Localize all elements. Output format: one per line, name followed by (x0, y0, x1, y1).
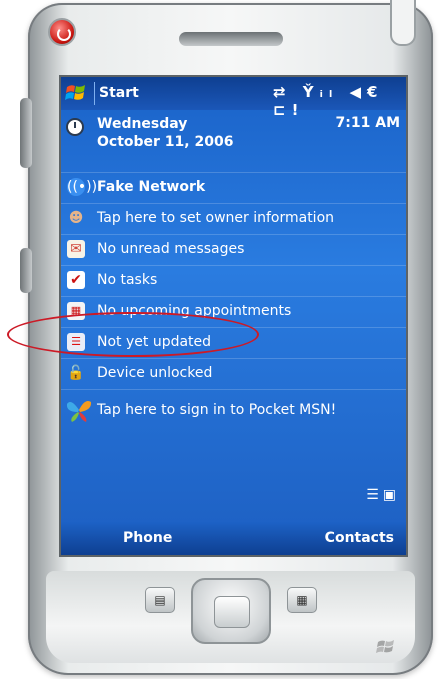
tasks-icon: ✔ (67, 271, 85, 289)
owner-icon: ☻ (68, 210, 84, 226)
date-day: Wednesday (97, 116, 188, 132)
date-row[interactable]: Wednesday October 11, 2006 7:11 AM (61, 110, 406, 173)
today-item-lock[interactable]: 🔓 Device unlocked (61, 359, 406, 390)
windows-logo-icon (376, 640, 394, 653)
dpad-action-button[interactable] (214, 596, 250, 628)
earpiece-speaker (179, 32, 283, 46)
hardware-right-softkey-icon[interactable]: ▦ (287, 587, 317, 613)
today-item-label: No unread messages (97, 241, 245, 257)
softkey-bar: Phone Contacts (61, 522, 406, 555)
time-text: 7:11 AM (335, 115, 400, 131)
device-icon[interactable]: ▣ (383, 487, 400, 503)
start-menu-button[interactable]: Start (99, 85, 139, 101)
power-button-icon[interactable] (48, 18, 76, 46)
side-volume-button[interactable] (20, 98, 32, 168)
messages-icon: ✉ (67, 240, 85, 258)
lock-icon: 🔓 (67, 365, 85, 381)
today-item-label: No tasks (97, 272, 158, 288)
today-item-label: Tap here to set owner information (97, 210, 335, 226)
clock-icon (66, 118, 84, 136)
today-item-messages[interactable]: ✉ No unread messages (61, 235, 406, 266)
stylus-slot (390, 0, 416, 46)
today-item-tasks[interactable]: ✔ No tasks (61, 266, 406, 297)
today-item-msn[interactable]: Tap here to sign in to Pocket MSN! (61, 394, 406, 428)
windows-start-icon[interactable] (64, 81, 88, 105)
today-item-label: Fake Network (97, 179, 206, 195)
title-divider (94, 82, 95, 105)
date-full: October 11, 2006 (97, 134, 234, 150)
hardware-left-softkey-icon[interactable]: ▤ (145, 587, 175, 613)
today-item-network[interactable]: ((•)) Fake Network (61, 173, 406, 204)
softkey-left-phone[interactable]: Phone (123, 530, 172, 546)
network-icon: ((•)) (67, 178, 98, 196)
today-item-label: Tap here to sign in to Pocket MSN! (97, 402, 337, 418)
sync-status-icon[interactable]: ☰ (366, 487, 383, 503)
highlight-ellipse-annotation (7, 312, 259, 357)
today-item-label: Device unlocked (97, 365, 213, 381)
msn-butterfly-icon (66, 401, 92, 422)
notification-tray[interactable]: ☰▣ (366, 487, 400, 503)
title-bar: Start ⇄ Y̌ᵢₗ ◀€ ⊏! (61, 77, 406, 119)
hardware-controls: ▤ ▦ (135, 572, 325, 652)
today-item-owner[interactable]: ☻ Tap here to set owner information (61, 204, 406, 235)
dpad-navigation[interactable] (191, 578, 271, 644)
side-action-button[interactable] (20, 248, 32, 293)
softkey-right-contacts[interactable]: Contacts (325, 530, 394, 546)
date-text: Wednesday October 11, 2006 (97, 115, 233, 151)
